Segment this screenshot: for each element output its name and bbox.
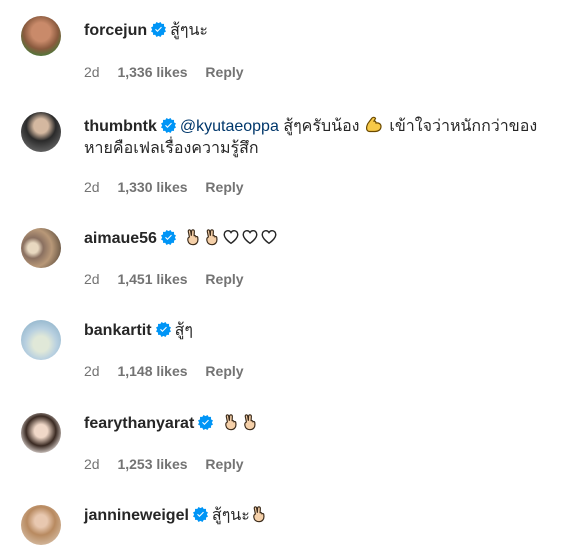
verified-icon xyxy=(193,507,208,522)
avatar[interactable] xyxy=(21,112,61,152)
likes-count[interactable]: 1,148 likes xyxy=(117,363,187,379)
reply-button[interactable]: Reply xyxy=(205,456,243,472)
likes-count[interactable]: 1,253 likes xyxy=(117,456,187,472)
white-heart-icon xyxy=(241,228,259,246)
comment-meta: 2d 1,148 likes Reply xyxy=(84,363,258,379)
username[interactable]: thumbntk xyxy=(84,118,157,135)
comment-meta: 2d 1,451 likes Reply xyxy=(84,271,258,287)
username[interactable]: jannineweigel xyxy=(84,507,189,524)
username[interactable]: fearythanyarat xyxy=(84,415,194,432)
comment-meta: 2d 1,330 likes Reply xyxy=(84,179,258,195)
verified-icon xyxy=(161,118,176,133)
white-heart-icon xyxy=(260,228,278,246)
victory-hand-icon xyxy=(222,413,240,431)
reply-button[interactable]: Reply xyxy=(205,64,243,80)
username[interactable]: bankartit xyxy=(84,322,152,339)
reply-button[interactable]: Reply xyxy=(205,179,243,195)
avatar[interactable] xyxy=(21,16,61,56)
likes-count[interactable]: 1,336 likes xyxy=(117,64,187,80)
username[interactable]: forcejun xyxy=(84,22,147,39)
likes-count[interactable]: 1,451 likes xyxy=(117,271,187,287)
comment-text-line2: หายคือเฟลเรื่องความรู้สึก xyxy=(84,140,259,157)
timestamp[interactable]: 2d xyxy=(84,271,100,287)
victory-hand-icon xyxy=(203,228,221,246)
timestamp[interactable]: 2d xyxy=(84,456,100,472)
victory-hand-icon xyxy=(250,505,268,523)
comment-meta: 2d 1,336 likes Reply xyxy=(84,64,258,80)
comment-text: สู้ๆครับน้อง xyxy=(283,118,360,135)
verified-icon xyxy=(156,322,171,337)
likes-count[interactable]: 1,330 likes xyxy=(117,179,187,195)
username[interactable]: aimaue56 xyxy=(84,230,157,247)
verified-icon xyxy=(198,415,213,430)
verified-icon xyxy=(151,22,166,37)
flexed-biceps-icon xyxy=(364,114,384,134)
timestamp[interactable]: 2d xyxy=(84,64,100,80)
reply-button[interactable]: Reply xyxy=(205,363,243,379)
victory-hand-icon xyxy=(184,228,202,246)
avatar[interactable] xyxy=(21,413,61,453)
avatar[interactable] xyxy=(21,320,61,360)
comment-text: สู้ๆนะ xyxy=(170,22,209,39)
reply-button[interactable]: Reply xyxy=(205,271,243,287)
comment-text: สู้ๆนะ xyxy=(211,507,250,524)
comment-text: สู้ๆ xyxy=(174,322,193,339)
comment-text-continued: เข้าใจว่าหนักกว่าของ xyxy=(389,118,538,135)
timestamp[interactable]: 2d xyxy=(84,179,100,195)
white-heart-icon xyxy=(222,228,240,246)
avatar[interactable] xyxy=(21,228,61,268)
mention-link[interactable]: @kyutaeoppa xyxy=(180,118,279,135)
victory-hand-icon xyxy=(241,413,259,431)
timestamp[interactable]: 2d xyxy=(84,363,100,379)
verified-icon xyxy=(161,230,176,245)
avatar[interactable] xyxy=(21,505,61,545)
comment-meta: 2d 1,253 likes Reply xyxy=(84,456,258,472)
